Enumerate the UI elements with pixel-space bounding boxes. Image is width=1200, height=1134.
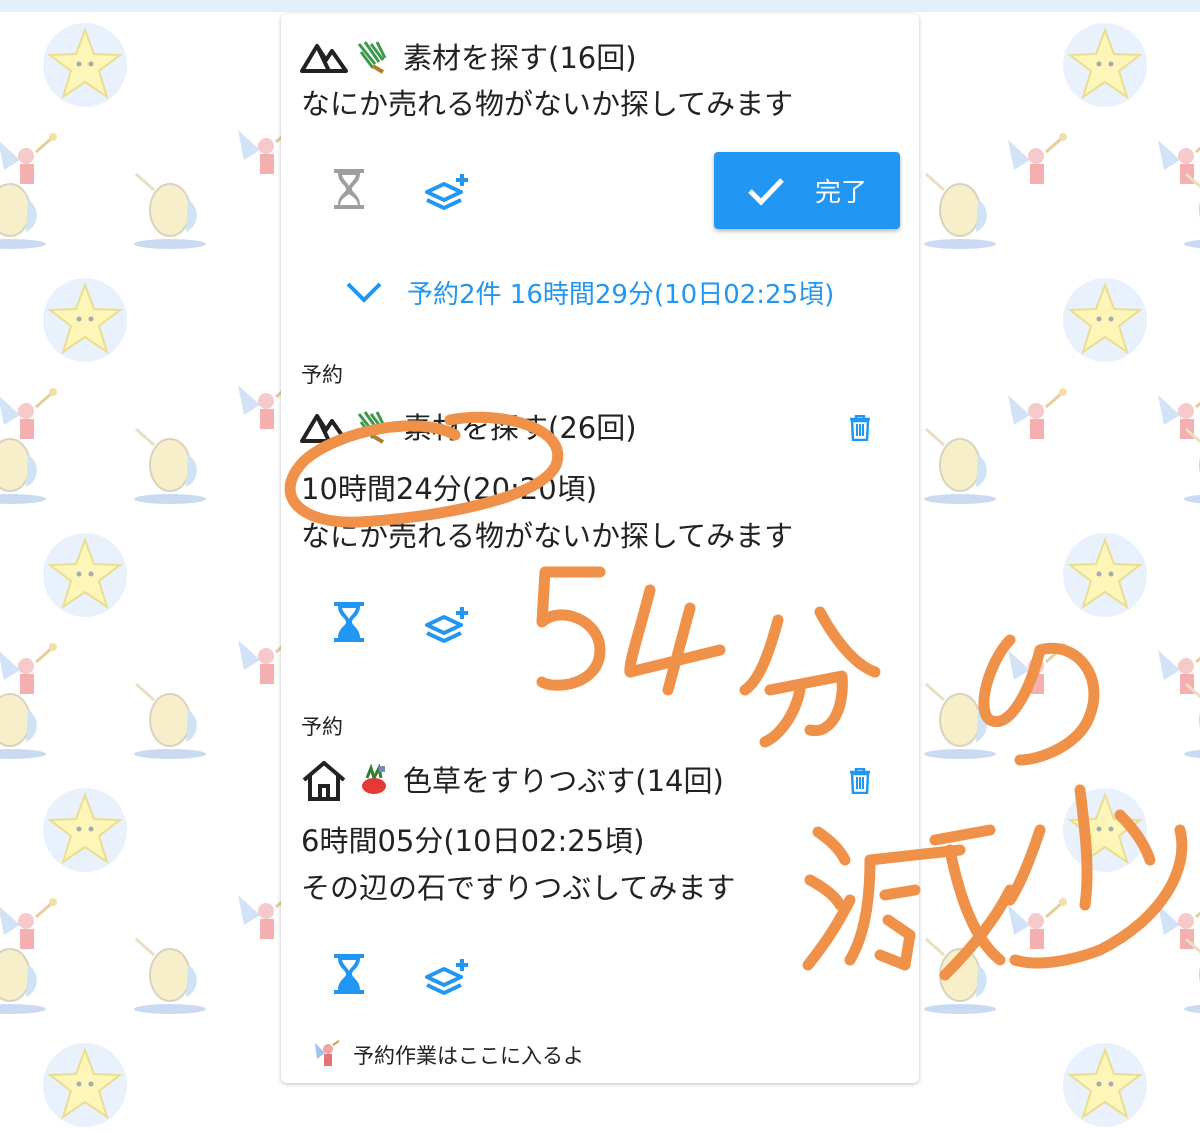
star-sprite <box>40 20 130 114</box>
bird-sprite <box>1180 925 1200 1019</box>
reservation-2-add-button[interactable] <box>419 949 475 1005</box>
reservation-toggle[interactable]: 予約2件 16時間29分(10日02:25頃) <box>345 270 834 314</box>
fairy-sprite <box>1000 640 1070 714</box>
reservation-2-delete-button[interactable] <box>842 763 878 799</box>
grass-icon <box>355 38 391 78</box>
footer-text: 予約作業はここに入るよ <box>353 1044 584 1068</box>
herb-icon <box>359 763 389 800</box>
task-card: 素材を探す(16回) なにか売れる物がないか探してみます 完了 予約2件 16時… <box>281 14 919 1083</box>
reservation-2-time: 6時間05分(10日02:25頃) <box>301 824 645 858</box>
star-sprite <box>40 530 130 624</box>
trash-icon <box>850 415 870 441</box>
star-sprite <box>1060 275 1150 369</box>
trash-icon <box>850 768 870 794</box>
bird-sprite <box>1180 160 1200 254</box>
reservation-2-description: その辺の石ですりつぶしてみます <box>301 871 736 905</box>
reservation-2-label: 予約 <box>301 715 343 739</box>
reservation-2-title: 色草をすりつぶす(14回) <box>403 764 724 798</box>
reservation-1-delete-button[interactable] <box>842 410 878 446</box>
layers-plus-icon <box>425 959 468 995</box>
hourglass-icon <box>334 954 364 994</box>
bird-sprite <box>920 415 1000 509</box>
bird-sprite <box>0 160 50 254</box>
fairy-icon <box>315 1040 340 1066</box>
reservation-summary: 予約2件 16時間29分(10日02:25頃) <box>407 279 835 310</box>
hourglass-icon <box>334 169 364 209</box>
bird-sprite <box>920 670 1000 764</box>
reservation-1-label: 予約 <box>301 363 343 387</box>
bird-sprite <box>0 415 50 509</box>
fairy-sprite <box>1000 895 1070 969</box>
add-reservation-button[interactable] <box>419 164 475 220</box>
complete-button-label: 完了 <box>814 178 867 208</box>
top-strip <box>0 0 1200 12</box>
star-sprite <box>1060 1040 1150 1134</box>
check-icon <box>748 177 784 206</box>
fairy-sprite <box>1000 385 1070 459</box>
chevron-down-icon <box>346 282 382 303</box>
bird-sprite <box>920 160 1000 254</box>
star-sprite <box>1060 20 1150 114</box>
reservation-1-time: 10時間24分(20:20頃) <box>301 472 598 506</box>
current-task-title: 素材を探す(16回) <box>403 41 637 75</box>
house-icon <box>301 760 347 806</box>
bird-sprite <box>0 670 50 764</box>
mountain-icon <box>299 40 349 78</box>
hourglass-icon <box>334 602 364 642</box>
bird-sprite <box>1180 415 1200 509</box>
bird-sprite <box>1180 670 1200 764</box>
complete-button[interactable]: 完了 <box>714 152 900 229</box>
reservation-1-title: 素材を探す(26回) <box>403 411 637 445</box>
mountain-icon <box>299 410 349 448</box>
star-sprite <box>1060 785 1150 879</box>
bird-sprite <box>0 925 50 1019</box>
layers-plus-icon <box>425 607 468 643</box>
grass-icon <box>355 408 391 448</box>
star-sprite <box>1060 530 1150 624</box>
reservation-1-hourglass-button[interactable] <box>321 594 377 650</box>
bird-sprite <box>130 160 210 254</box>
bird-sprite <box>920 925 1000 1019</box>
bird-sprite <box>130 670 210 764</box>
reservation-2-hourglass-button[interactable] <box>321 946 377 1002</box>
star-sprite <box>40 1040 130 1134</box>
hourglass-button-disabled[interactable] <box>321 161 377 217</box>
reservation-1-add-button[interactable] <box>419 597 475 653</box>
bird-sprite <box>130 415 210 509</box>
star-sprite <box>40 275 130 369</box>
current-task-description: なにか売れる物がないか探してみます <box>301 87 794 121</box>
fairy-sprite <box>1000 130 1070 204</box>
reservation-1-description: なにか売れる物がないか探してみます <box>301 519 794 553</box>
footer-hint: 予約作業はここに入るよ <box>311 1039 584 1071</box>
star-sprite <box>40 785 130 879</box>
layers-plus-icon <box>425 174 468 210</box>
bird-sprite <box>130 925 210 1019</box>
